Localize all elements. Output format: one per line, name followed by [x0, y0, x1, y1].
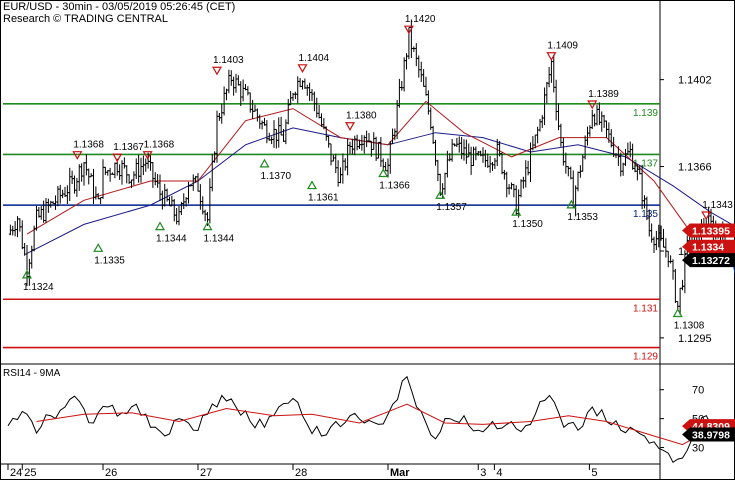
trough-label: 1.1308 [674, 320, 705, 331]
trough-marker [154, 221, 166, 231]
x-tick-label: Mar [390, 467, 410, 479]
trough-label: 1.1324 [23, 282, 54, 293]
rsi-y-tick-label: 30 [692, 443, 704, 455]
trough-marker [202, 221, 213, 231]
x-tick-label: 26 [105, 467, 117, 479]
trough-label: 1.1366 [379, 181, 410, 192]
peak-label: 1.1367 [113, 142, 144, 153]
peak-marker [297, 64, 308, 74]
level-label: 1.139 [633, 108, 658, 119]
peak-label: 1.1420 [405, 14, 436, 25]
trough-label: 1.1335 [94, 255, 125, 266]
chart-frame [0, 0, 735, 480]
peak-label: 1.1404 [299, 53, 330, 64]
level-label: 1.129 [633, 352, 658, 363]
x-tick-label: 25 [24, 467, 36, 479]
peak-label: 1.1343 [702, 200, 733, 211]
trough-label: 1.1370 [261, 171, 292, 182]
y-tick-label: 1.1366 [678, 162, 712, 174]
moving-average-fast [26, 100, 732, 235]
trough-marker [93, 243, 104, 252]
peak-label: 1.1368 [144, 140, 175, 151]
x-tick-label: 28 [295, 467, 307, 479]
x-tick-label: 27 [200, 467, 212, 479]
x-tick-label: 4 [496, 467, 502, 479]
price-chart-canvas: 1.14021.13661.13311.12952425262728Mar345… [0, 0, 735, 480]
trough-label: 1.1357 [436, 202, 467, 213]
level-label: 1.135 [633, 209, 658, 220]
peak-label: 1.1409 [547, 41, 578, 52]
price-tag-label: 1.13395 [692, 225, 730, 237]
peak-marker [211, 66, 223, 76]
rsi-ma-line [36, 403, 732, 446]
peak-marker [344, 122, 356, 131]
trough-label: 1.1350 [512, 219, 543, 230]
rsi-line [7, 375, 733, 464]
trough-label: 1.1344 [156, 234, 187, 245]
trough-label: 1.1361 [308, 193, 339, 204]
price-tag-label: 1.1334 [692, 242, 724, 254]
x-tick-label: 5 [591, 467, 597, 479]
price-tag-label: 1.13272 [692, 255, 730, 267]
peak-label: 1.1380 [346, 111, 377, 122]
level-label: 1.131 [633, 303, 658, 314]
x-tick-label: 3 [480, 467, 486, 479]
trough-label: 1.1353 [567, 212, 598, 223]
trough-marker [306, 180, 318, 190]
trough-marker [259, 158, 270, 168]
x-tick-label: 24 [10, 467, 22, 479]
rsi-y-tick-label: 70 [692, 385, 704, 397]
rsi-value-label: 38.9798 [692, 430, 730, 442]
peak-label: 1.1368 [73, 140, 104, 151]
y-tick-label: 1.1402 [678, 75, 712, 87]
trough-label: 1.1344 [204, 234, 235, 245]
y-tick-label: 1.1295 [678, 333, 712, 345]
peak-label: 1.1389 [588, 89, 619, 100]
peak-label: 1.1403 [213, 55, 244, 66]
